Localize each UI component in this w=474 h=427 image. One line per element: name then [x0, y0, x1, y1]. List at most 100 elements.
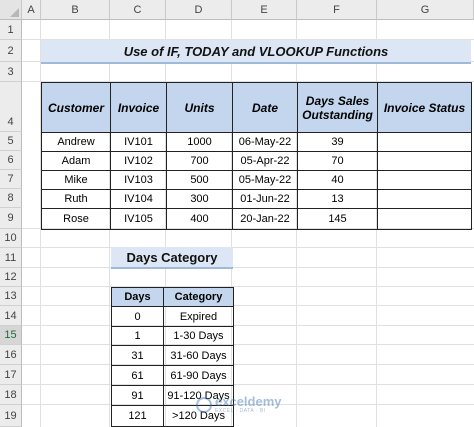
cell-date[interactable]: 20-Jan-22 — [232, 208, 298, 230]
cell-customer[interactable]: Rose — [41, 208, 111, 230]
days-category-label[interactable]: Days Category — [111, 247, 233, 269]
cell-date[interactable]: 06-May-22 — [232, 132, 298, 152]
select-all-triangle-icon — [10, 8, 19, 17]
table-row: Ruth IV104 300 01-Jun-22 13 — [41, 189, 472, 209]
table-row: Mike IV103 500 05-May-22 40 — [41, 170, 472, 190]
gridline — [22, 364, 474, 365]
category-header-row: Days Category — [111, 287, 234, 307]
table-row: Andrew IV101 1000 06-May-22 39 — [41, 132, 472, 152]
cell-units[interactable]: 400 — [166, 208, 233, 230]
cell-invoice[interactable]: IV104 — [110, 189, 167, 209]
watermark: exceldemy EXCEL · DATA · BI — [196, 394, 282, 414]
row-header-5[interactable]: 5 — [0, 132, 22, 151]
gridline — [22, 344, 474, 345]
row-header-2[interactable]: 2 — [0, 40, 22, 62]
row-header-11[interactable]: 11 — [0, 248, 22, 268]
row-header-19[interactable]: 19 — [0, 405, 22, 427]
cell-days[interactable]: 1 — [111, 326, 164, 346]
cell-units[interactable]: 300 — [166, 189, 233, 209]
row-header-10[interactable]: 10 — [0, 229, 22, 248]
cell-category[interactable]: Expired — [163, 306, 234, 327]
row-header-7[interactable]: 7 — [0, 170, 22, 189]
column-header-d[interactable]: D — [166, 0, 232, 20]
row-header-17[interactable]: 17 — [0, 365, 22, 385]
cell-customer[interactable]: Mike — [41, 170, 111, 190]
cell-days-outstanding[interactable]: 39 — [297, 132, 378, 152]
header-invoice-status[interactable]: Invoice Status — [377, 82, 472, 133]
select-all-corner[interactable] — [0, 0, 22, 20]
header-date[interactable]: Date — [232, 82, 298, 133]
header-days[interactable]: Days — [111, 287, 164, 307]
column-header-b[interactable]: B — [41, 0, 110, 20]
cell-days[interactable]: 61 — [111, 365, 164, 386]
cell-days-outstanding[interactable]: 40 — [297, 170, 378, 190]
row-header-3[interactable]: 3 — [0, 62, 22, 82]
cell-days[interactable]: 121 — [111, 405, 164, 427]
cell-days[interactable]: 0 — [111, 306, 164, 327]
column-header-e[interactable]: E — [232, 0, 297, 20]
header-category[interactable]: Category — [163, 287, 234, 307]
table-row: 0 Expired — [111, 306, 234, 327]
table-row: 1 1-30 Days — [111, 326, 234, 346]
cell-date[interactable]: 05-Apr-22 — [232, 151, 298, 171]
cell-units[interactable]: 700 — [166, 151, 233, 171]
cell-date[interactable]: 05-May-22 — [232, 170, 298, 190]
cell-invoice[interactable]: IV103 — [110, 170, 167, 190]
row-header-14[interactable]: 14 — [0, 306, 22, 326]
invoice-header-row: Customer Invoice Units Date Days Sales O… — [41, 82, 472, 133]
header-invoice[interactable]: Invoice — [110, 82, 167, 133]
cell-customer[interactable]: Ruth — [41, 189, 111, 209]
row-header-9[interactable]: 9 — [0, 208, 22, 229]
row-header-1[interactable]: 1 — [0, 20, 22, 40]
cell-days[interactable]: 91 — [111, 385, 164, 406]
cell-units[interactable]: 500 — [166, 170, 233, 190]
cell-invoice-status[interactable] — [377, 208, 472, 230]
invoice-table: Customer Invoice Units Date Days Sales O… — [41, 82, 472, 230]
cell-customer[interactable]: Andrew — [41, 132, 111, 152]
sheet-title[interactable]: Use of IF, TODAY and VLOOKUP Functions — [41, 40, 471, 64]
column-header-f[interactable]: F — [297, 0, 377, 20]
cell-invoice-status[interactable] — [377, 189, 472, 209]
row-header-13[interactable]: 13 — [0, 287, 22, 306]
cell-invoice[interactable]: IV101 — [110, 132, 167, 152]
row-header-8[interactable]: 8 — [0, 189, 22, 208]
table-row: Adam IV102 700 05-Apr-22 70 — [41, 151, 472, 171]
table-row: Rose IV105 400 20-Jan-22 145 — [41, 208, 472, 230]
gridline — [22, 305, 474, 306]
cell-invoice[interactable]: IV102 — [110, 151, 167, 171]
table-row: 61 61-90 Days — [111, 365, 234, 386]
cell-days-outstanding[interactable]: 70 — [297, 151, 378, 171]
header-units[interactable]: Units — [166, 82, 233, 133]
cell-invoice-status[interactable] — [377, 170, 472, 190]
row-header-12[interactable]: 12 — [0, 268, 22, 287]
row-header-16[interactable]: 16 — [0, 345, 22, 365]
gridline — [22, 267, 474, 268]
watermark-name: exceldemy — [215, 394, 282, 409]
gridline — [22, 325, 474, 326]
exceldemy-logo-icon — [196, 397, 212, 413]
row-header-6[interactable]: 6 — [0, 151, 22, 170]
gridline — [22, 384, 474, 385]
cell-units[interactable]: 1000 — [166, 132, 233, 152]
cell-days-outstanding[interactable]: 145 — [297, 208, 378, 230]
row-header-15[interactable]: 15 — [0, 326, 22, 345]
gridline — [22, 286, 474, 287]
header-days-sales-outstanding[interactable]: Days Sales Outstanding — [297, 82, 378, 133]
column-header-c[interactable]: C — [110, 0, 166, 20]
gridline — [22, 247, 474, 248]
column-header-a[interactable]: A — [22, 0, 41, 20]
row-header-4[interactable]: 4 — [0, 82, 22, 132]
cell-invoice[interactable]: IV105 — [110, 208, 167, 230]
cell-category[interactable]: 61-90 Days — [163, 365, 234, 386]
cell-days-outstanding[interactable]: 13 — [297, 189, 378, 209]
cell-date[interactable]: 01-Jun-22 — [232, 189, 298, 209]
row-header-18[interactable]: 18 — [0, 385, 22, 405]
cell-category[interactable]: 1-30 Days — [163, 326, 234, 346]
cell-category[interactable]: 31-60 Days — [163, 345, 234, 366]
cell-invoice-status[interactable] — [377, 132, 472, 152]
cell-invoice-status[interactable] — [377, 151, 472, 171]
cell-days[interactable]: 31 — [111, 345, 164, 366]
header-customer[interactable]: Customer — [41, 82, 111, 133]
column-header-g[interactable]: G — [377, 0, 474, 20]
cell-customer[interactable]: Adam — [41, 151, 111, 171]
